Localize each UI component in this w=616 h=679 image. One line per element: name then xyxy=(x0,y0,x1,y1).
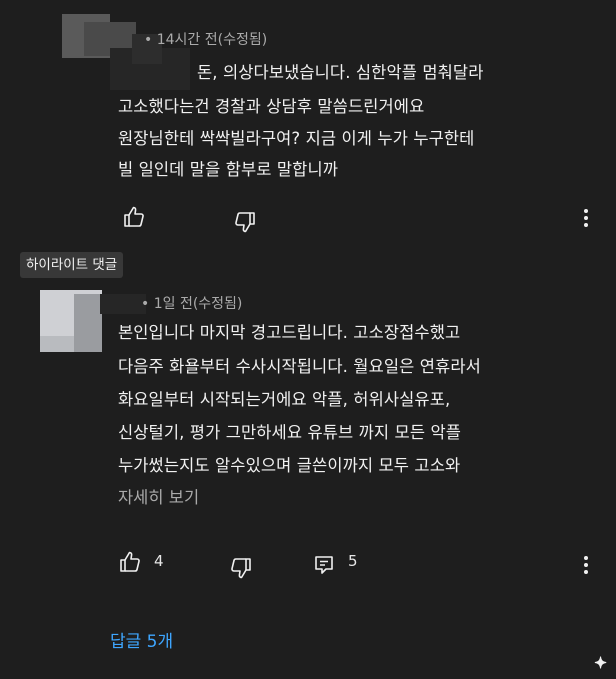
comment-text-line: 누가썼는지도 알수있으며 글쓴이까지 모두 고소와 xyxy=(118,456,461,475)
highlighted-comment-badge: 하이라이트 댓글 xyxy=(20,252,124,278)
comment-text-line: 원장님한테 싹싹빌라구여? 지금 이게 누가 누구한테 xyxy=(118,129,475,148)
reply-count: 5 xyxy=(348,552,358,570)
comment-text-line: 화요일부터 시작되는거에요 악플, 허위사실유포, xyxy=(118,390,451,409)
thumbs-down-icon[interactable] xyxy=(229,556,253,580)
comment-timestamp: • 1일 전(수정됨) xyxy=(141,296,243,312)
like-count: 4 xyxy=(154,552,164,570)
read-more-link[interactable]: 자세히 보기 xyxy=(118,484,199,508)
comment-text-line: 본인입니다 마지막 경고드립니다. 고소장접수했고 xyxy=(118,323,461,342)
more-vert-icon[interactable] xyxy=(574,553,598,577)
comment-text-line: 돈, 의상다보냈습니다. 심한악플 멈춰달라 xyxy=(197,63,484,82)
more-vert-icon[interactable] xyxy=(574,206,598,230)
comment-timestamp: • 14시간 전(수정됨) xyxy=(144,32,268,48)
view-replies-link[interactable]: 답글 5개 xyxy=(110,627,173,652)
thumbs-down-icon[interactable] xyxy=(233,210,257,234)
comment-text-line: 빌 일인데 말을 함부로 말합니까 xyxy=(118,160,339,179)
thumbs-up-icon[interactable] xyxy=(118,550,142,574)
thumbs-up-icon[interactable] xyxy=(122,205,146,229)
comment-text-line: 고소했다는건 경찰과 상담후 말씀드린거에요 xyxy=(118,97,425,116)
reply-icon[interactable] xyxy=(312,553,336,577)
sparkle-icon xyxy=(594,656,607,669)
comment-text-line: 신상털기, 평가 그만하세요 유튜브 까지 모든 악플 xyxy=(118,423,462,442)
comment-text-line: 다음주 화욜부터 수사시작됩니다. 월요일은 연휴라서 xyxy=(118,357,481,376)
